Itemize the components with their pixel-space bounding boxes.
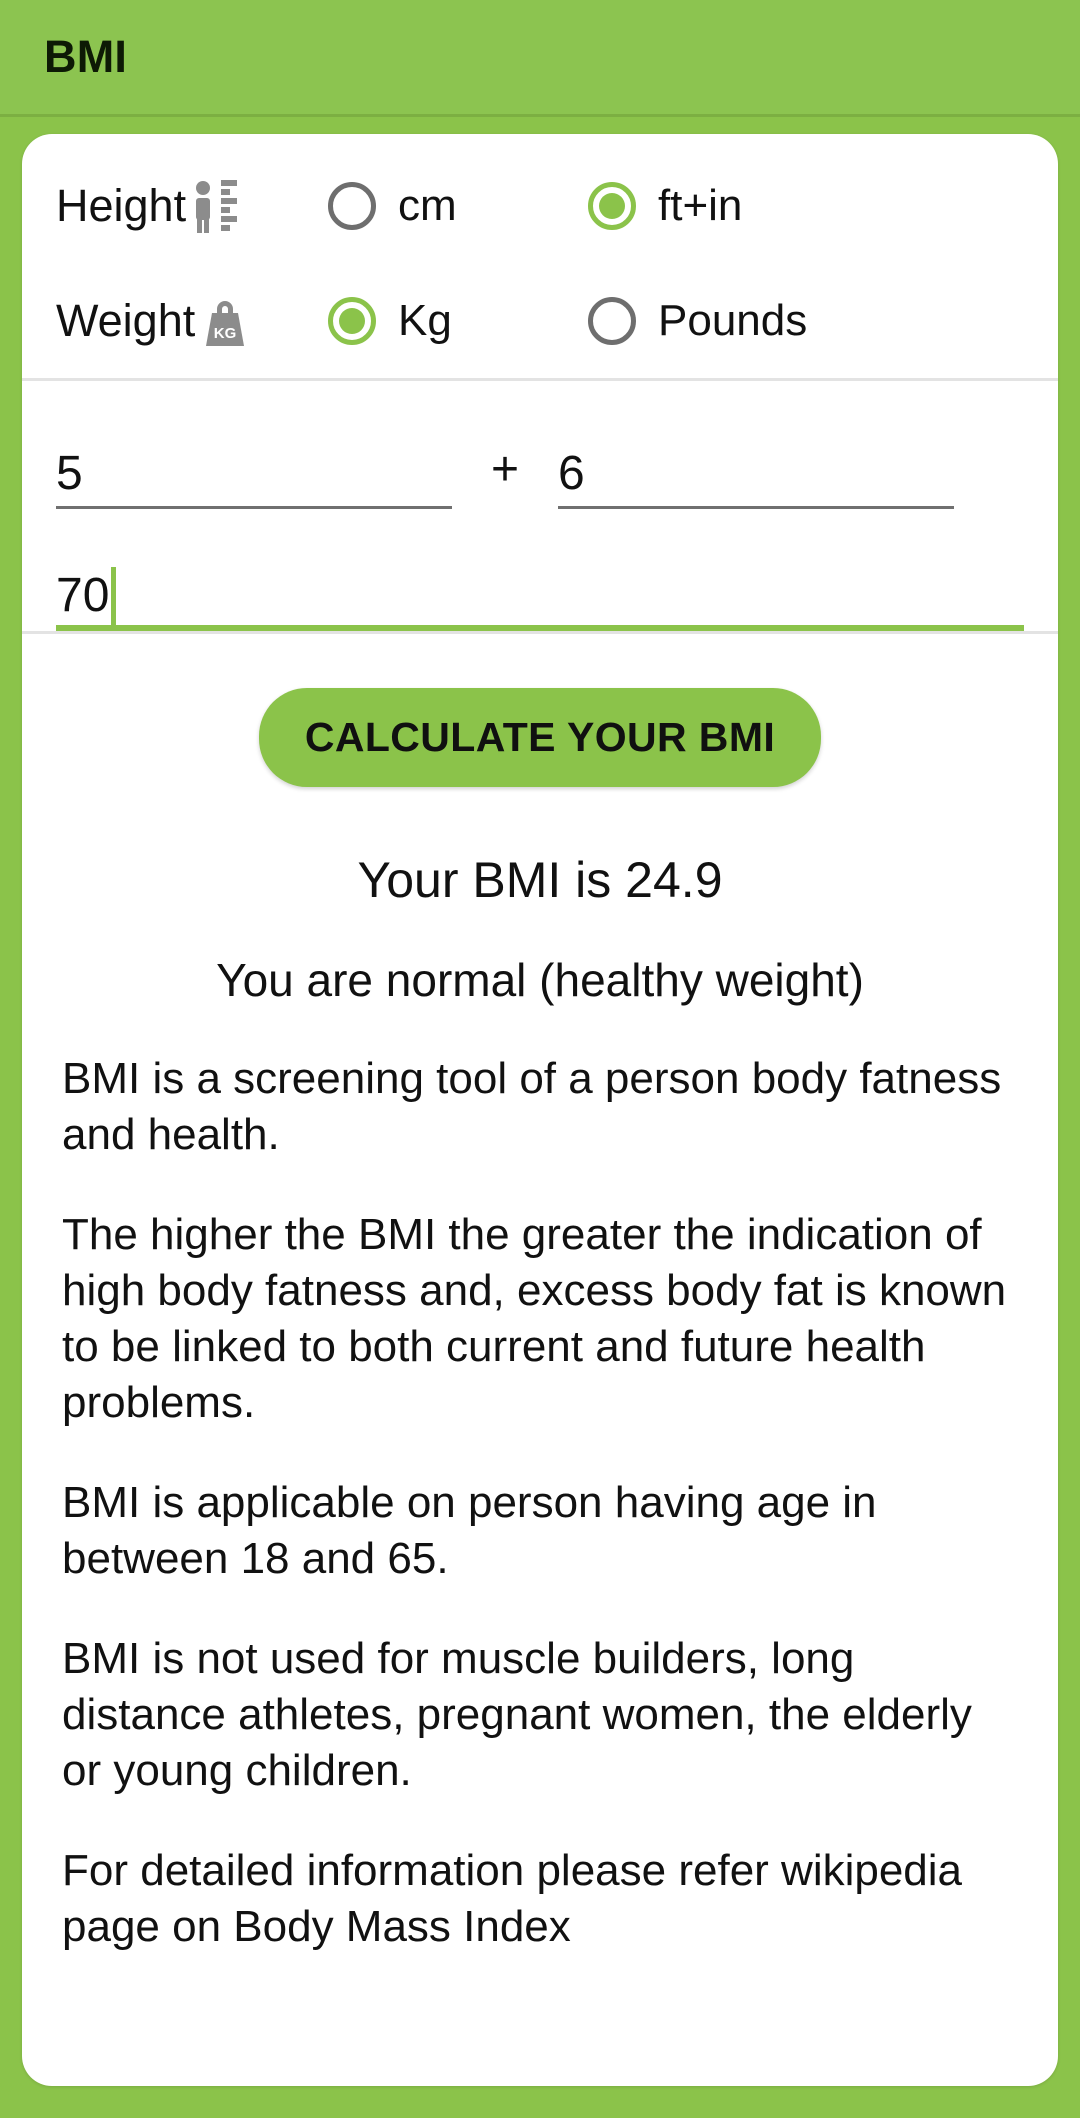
radio-pounds-icon[interactable] xyxy=(588,296,636,345)
radio-cm-icon[interactable] xyxy=(328,181,376,230)
height-label: Height xyxy=(56,177,328,235)
bmi-result-value: Your BMI is 24.9 xyxy=(357,852,723,908)
info-paragraph: BMI is not used for muscle builders, lon… xyxy=(62,1631,1018,1799)
plus-separator: + xyxy=(490,443,520,496)
info-paragraph-text: The higher the BMI the greater the indic… xyxy=(62,1210,1007,1427)
weight-unit-row: Weight KG Kg Pounds xyxy=(22,263,1058,378)
radio-kg-icon[interactable] xyxy=(328,296,376,345)
height-unit-cm[interactable]: cm xyxy=(328,181,588,231)
svg-text:KG: KG xyxy=(214,325,237,342)
height-label-text: Height xyxy=(56,180,187,231)
info-paragraph: BMI is a screening tool of a person body… xyxy=(62,1051,1018,1163)
text-cursor xyxy=(111,567,117,629)
app-screen: BMI Height cm ft+in Weight KG Kg Pounds … xyxy=(0,0,1080,2118)
feet-input-underline xyxy=(56,506,452,509)
weight-input-value: 70 xyxy=(56,569,110,622)
feet-input-value: 5 xyxy=(56,447,83,500)
unit-selection-section: Height cm ft+in Weight KG Kg Pounds xyxy=(22,134,1058,378)
weight-input-underline xyxy=(56,625,1024,631)
height-unit-cm-label: cm xyxy=(398,180,457,230)
height-unit-row: Height cm ft+in xyxy=(22,148,1058,263)
weight-label: Weight KG xyxy=(56,293,328,349)
bmi-card: Height cm ft+in Weight KG Kg Pounds 5 + … xyxy=(22,134,1058,2086)
calculate-button-container: CALCULATE YOUR BMI xyxy=(22,634,1058,787)
info-paragraph: The higher the BMI the greater the indic… xyxy=(62,1207,1018,1431)
inches-input-underline xyxy=(558,506,954,509)
height-unit-ftin[interactable]: ft+in xyxy=(588,181,742,231)
calculate-bmi-button[interactable]: CALCULATE YOUR BMI xyxy=(258,688,822,787)
input-section: 5 + 6 70 xyxy=(22,381,1058,631)
app-title: BMI xyxy=(44,31,128,82)
app-bar-shadow xyxy=(0,114,1080,117)
info-paragraph-text: BMI is a screening tool of a person body… xyxy=(62,1054,1002,1159)
weight-unit-kg-label: Kg xyxy=(398,295,452,345)
feet-input[interactable]: 5 xyxy=(56,445,452,509)
weight-unit-pounds-label: Pounds xyxy=(658,295,808,345)
kettlebell-kg-icon: KG xyxy=(199,293,251,349)
info-paragraph-text: BMI is applicable on person having age i… xyxy=(62,1478,877,1583)
weight-input-row: 70 xyxy=(22,509,1058,631)
weight-unit-kg[interactable]: Kg xyxy=(328,296,588,346)
height-unit-ftin-label: ft+in xyxy=(658,180,743,230)
info-paragraph: For detailed information please refer wi… xyxy=(62,1843,1018,1955)
bmi-result-category: You are normal (healthy weight) xyxy=(216,954,864,1006)
weight-input[interactable]: 70 xyxy=(56,567,1024,631)
weight-unit-pounds[interactable]: Pounds xyxy=(588,296,807,346)
info-paragraph-text: For detailed information please refer wi… xyxy=(62,1846,963,1951)
person-ruler-icon xyxy=(190,177,242,235)
info-paragraph: BMI is applicable on person having age i… xyxy=(62,1475,1018,1587)
app-bar: BMI xyxy=(0,0,1080,114)
info-paragraph-text: BMI is not used for muscle builders, lon… xyxy=(62,1634,972,1795)
bmi-info-section: BMI is a screening tool of a person body… xyxy=(22,1051,1058,1955)
inches-input[interactable]: 6 xyxy=(558,445,954,509)
radio-ftin-icon[interactable] xyxy=(588,181,636,230)
weight-label-text: Weight xyxy=(56,295,196,346)
inches-input-value: 6 xyxy=(558,447,585,500)
height-input-row: 5 + 6 xyxy=(22,381,1058,509)
